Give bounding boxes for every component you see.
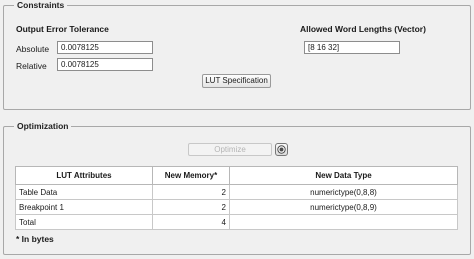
relative-label: Relative bbox=[16, 61, 47, 71]
constraints-title: Constraints bbox=[14, 0, 68, 10]
attribute-cell: Total bbox=[15, 214, 153, 230]
data-type-cell: numerictype(0,8,9) bbox=[229, 199, 458, 215]
optimization-title: Optimization bbox=[14, 121, 72, 131]
output-error-heading: Output Error Tolerance bbox=[16, 24, 109, 34]
column-header-new-memory[interactable]: New Memory* bbox=[152, 166, 230, 185]
word-lengths-field[interactable]: [8 16 32] bbox=[304, 41, 400, 54]
attribute-cell: Table Data bbox=[15, 184, 153, 200]
help-button[interactable] bbox=[275, 143, 288, 156]
column-header-lut-attributes[interactable]: LUT Attributes bbox=[15, 166, 153, 185]
word-lengths-heading: Allowed Word Lengths (Vector) bbox=[300, 24, 426, 34]
memory-cell: 4 bbox=[152, 214, 230, 230]
data-type-cell bbox=[229, 214, 458, 230]
attribute-cell: Breakpoint 1 bbox=[15, 199, 153, 215]
help-icon bbox=[277, 145, 286, 154]
footnote: * In bytes bbox=[16, 234, 54, 244]
memory-cell: 2 bbox=[152, 199, 230, 215]
memory-cell: 2 bbox=[152, 184, 230, 200]
table-row: Total 4 bbox=[15, 214, 458, 230]
lut-results-table: LUT Attributes New Memory* New Data Type… bbox=[15, 166, 458, 230]
absolute-tolerance-field[interactable]: 0.0078125 bbox=[57, 41, 153, 54]
optimize-button[interactable]: Optimize bbox=[188, 143, 272, 156]
constraints-panel: Constraints Output Error Tolerance Absol… bbox=[3, 0, 471, 110]
absolute-label: Absolute bbox=[16, 44, 50, 54]
relative-tolerance-field[interactable]: 0.0078125 bbox=[57, 58, 153, 71]
table-row: Table Data 2 numerictype(0,8,8) bbox=[15, 184, 458, 200]
lut-specification-button[interactable]: LUT Specification bbox=[202, 74, 271, 88]
table-header-row: LUT Attributes New Memory* New Data Type bbox=[15, 166, 458, 185]
data-type-cell: numerictype(0,8,8) bbox=[229, 184, 458, 200]
table-row: Breakpoint 1 2 numerictype(0,8,9) bbox=[15, 199, 458, 215]
column-header-new-data-type[interactable]: New Data Type bbox=[229, 166, 458, 185]
optimization-panel: Optimization Optimize LUT Attributes New… bbox=[3, 121, 471, 255]
